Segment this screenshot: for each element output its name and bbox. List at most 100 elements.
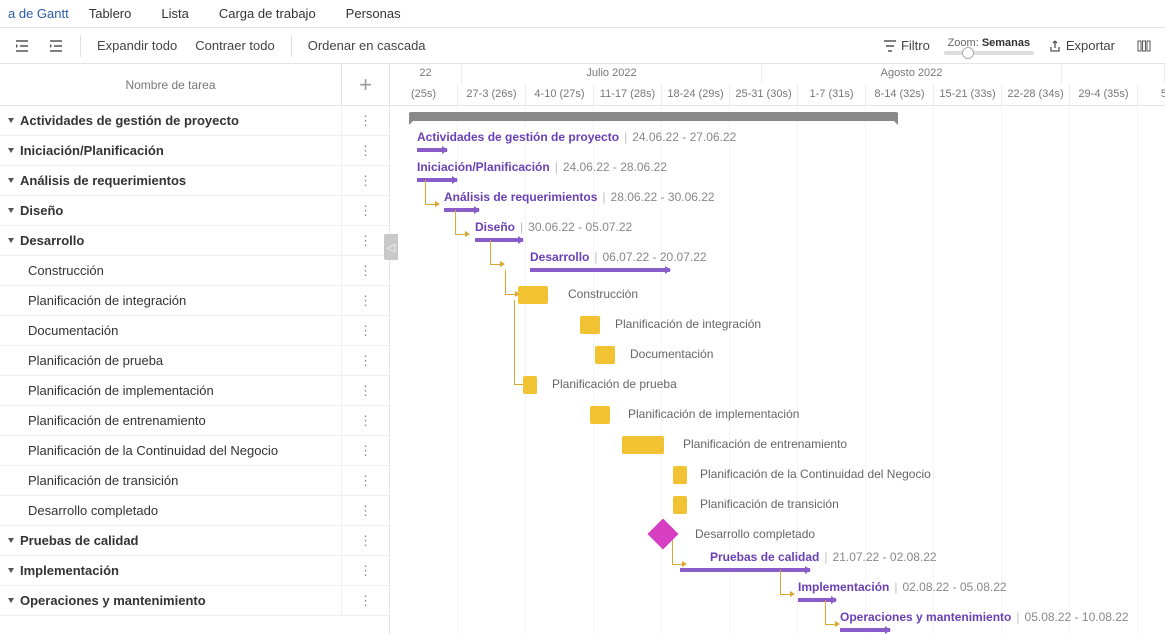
task-menu-button[interactable]: ⋮ [341, 346, 389, 375]
task-row[interactable]: Planificación de la Continuidad del Nego… [0, 436, 389, 466]
task-row[interactable]: Implementación⋮ [0, 556, 389, 586]
task-menu-button[interactable]: ⋮ [341, 136, 389, 165]
zoom-slider[interactable] [944, 51, 1034, 55]
expand-caret-icon[interactable] [8, 568, 14, 573]
gantt-task-bar[interactable] [595, 346, 615, 364]
task-menu-button[interactable]: ⋮ [341, 436, 389, 465]
expand-caret-icon[interactable] [8, 118, 14, 123]
task-row[interactable]: Planificación de implementación ⋮ [0, 376, 389, 406]
gantt-task-label: Documentación [630, 347, 713, 361]
add-column-button[interactable]: + [359, 74, 372, 96]
task-row[interactable]: Documentación ⋮ [0, 316, 389, 346]
gantt-group-name[interactable]: Iniciación/Planificación [417, 160, 550, 174]
tab-workload[interactable]: Carga de trabajo [205, 2, 330, 25]
gantt-task-bar[interactable] [673, 466, 687, 484]
task-menu-button[interactable]: ⋮ [341, 106, 389, 135]
task-menu-button[interactable]: ⋮ [341, 556, 389, 585]
expand-caret-icon[interactable] [8, 148, 14, 153]
gantt-group-name[interactable]: Implementación [798, 580, 889, 594]
task-row[interactable]: Planificación de prueba ⋮ [0, 346, 389, 376]
gantt-group-name[interactable]: Actividades de gestión de proyecto [417, 130, 619, 144]
gantt-task-bar[interactable] [580, 316, 600, 334]
tab-gantt[interactable]: a de Gantt [4, 2, 73, 25]
gantt-chart-area[interactable]: Actividades de gestión de proyecto|24.06… [390, 106, 1165, 634]
task-row[interactable]: Análisis de requerimientos ⋮ [0, 166, 389, 196]
task-list-pane: Nombre de tarea + Actividades de gestión… [0, 64, 390, 634]
gantt-group-name[interactable]: Operaciones y mantenimiento [840, 610, 1011, 624]
task-row[interactable]: Planificación de transición⋮ [0, 466, 389, 496]
export-button[interactable]: Exportar [1040, 34, 1123, 57]
gantt-group-bar[interactable] [417, 148, 447, 152]
expand-caret-icon[interactable] [8, 178, 14, 183]
gantt-group-dates: 06.07.22 - 20.07.22 [602, 250, 706, 264]
indent-icon[interactable] [40, 34, 72, 58]
task-name-label: Planificación de implementación [28, 383, 214, 398]
gantt-group-name[interactable]: Desarrollo [530, 250, 589, 264]
task-menu-button[interactable]: ⋮ [341, 166, 389, 195]
columns-icon[interactable] [1129, 35, 1159, 57]
tab-list[interactable]: Lista [147, 2, 202, 25]
gantt-task-label: Planificación de transición [700, 497, 839, 511]
task-menu-button[interactable]: ⋮ [341, 316, 389, 345]
gantt-group-bar[interactable] [680, 568, 810, 572]
task-row[interactable]: Operaciones y mantenimiento⋮ [0, 586, 389, 616]
task-row[interactable]: Pruebas de calidad⋮ [0, 526, 389, 556]
gantt-group-dates: 02.08.22 - 05.08.22 [902, 580, 1006, 594]
task-menu-button[interactable]: ⋮ [341, 376, 389, 405]
week-label: 5-11 [1138, 84, 1165, 105]
gantt-group-bar[interactable] [840, 628, 890, 632]
gantt-group-name[interactable]: Diseño [475, 220, 515, 234]
task-list: Actividades de gestión de proyecto⋮Inici… [0, 106, 389, 634]
task-name-label: Construcción [28, 263, 104, 278]
task-menu-button[interactable]: ⋮ [341, 256, 389, 285]
task-row[interactable]: Planificación de entrenamiento⋮ [0, 406, 389, 436]
gantt-task-bar[interactable] [622, 436, 664, 454]
task-menu-button[interactable]: ⋮ [341, 196, 389, 225]
gantt-task-label: Construcción [568, 287, 638, 301]
task-row[interactable]: Desarrollo⋮ [0, 226, 389, 256]
task-menu-button[interactable]: ⋮ [341, 226, 389, 255]
filter-button[interactable]: Filtro [875, 34, 938, 57]
tab-board[interactable]: Tablero [75, 2, 146, 25]
gantt-group-name[interactable]: Pruebas de calidad [710, 550, 819, 564]
expand-caret-icon[interactable] [8, 538, 14, 543]
gantt-group-bar[interactable] [417, 178, 457, 182]
task-menu-button[interactable]: ⋮ [341, 526, 389, 555]
task-row[interactable]: Desarrollo completado⋮ [0, 496, 389, 526]
zoom-knob[interactable] [962, 47, 974, 59]
collapse-all-button[interactable]: Contraer todo [187, 34, 283, 57]
expand-caret-icon[interactable] [8, 238, 14, 243]
expand-caret-icon[interactable] [8, 598, 14, 603]
column-task-name: Nombre de tarea [0, 78, 341, 92]
task-name-label: Planificación de prueba [28, 353, 163, 368]
cascade-sort-button[interactable]: Ordenar en cascada [300, 34, 434, 57]
gantt-task-bar[interactable] [523, 376, 537, 394]
task-name-label: Diseño [20, 203, 63, 218]
gantt-group-dates: 24.06.22 - 27.06.22 [632, 130, 736, 144]
task-menu-button[interactable]: ⋮ [341, 586, 389, 615]
expand-all-button[interactable]: Expandir todo [89, 34, 185, 57]
gantt-milestone-label: Desarrollo completado [695, 527, 815, 541]
gantt-group-dates: 05.08.22 - 10.08.22 [1025, 610, 1129, 624]
task-menu-button[interactable]: ⋮ [341, 466, 389, 495]
task-menu-button[interactable]: ⋮ [341, 286, 389, 315]
gantt-task-bar[interactable] [590, 406, 610, 424]
gantt-task-bar[interactable] [673, 496, 687, 514]
task-name-label: Análisis de requerimientos [20, 173, 186, 188]
expand-caret-icon[interactable] [8, 208, 14, 213]
task-menu-button[interactable]: ⋮ [341, 406, 389, 435]
task-row[interactable]: Planificación de integración⋮ [0, 286, 389, 316]
outdent-icon[interactable] [6, 34, 38, 58]
task-name-label: Documentación [28, 323, 118, 338]
task-list-header: Nombre de tarea + [0, 64, 389, 106]
task-row[interactable]: Iniciación/Planificación⋮ [0, 136, 389, 166]
week-label: (25s) [390, 84, 458, 105]
task-row[interactable]: Construcción ⋮ [0, 256, 389, 286]
task-row[interactable]: Diseño ⋮ [0, 196, 389, 226]
task-menu-button[interactable]: ⋮ [341, 496, 389, 525]
gantt-group-name[interactable]: Análisis de requerimientos [444, 190, 597, 204]
project-summary-bar[interactable] [409, 112, 898, 121]
gantt-group-bar[interactable] [530, 268, 670, 272]
tab-people[interactable]: Personas [332, 2, 415, 25]
task-row[interactable]: Actividades de gestión de proyecto⋮ [0, 106, 389, 136]
